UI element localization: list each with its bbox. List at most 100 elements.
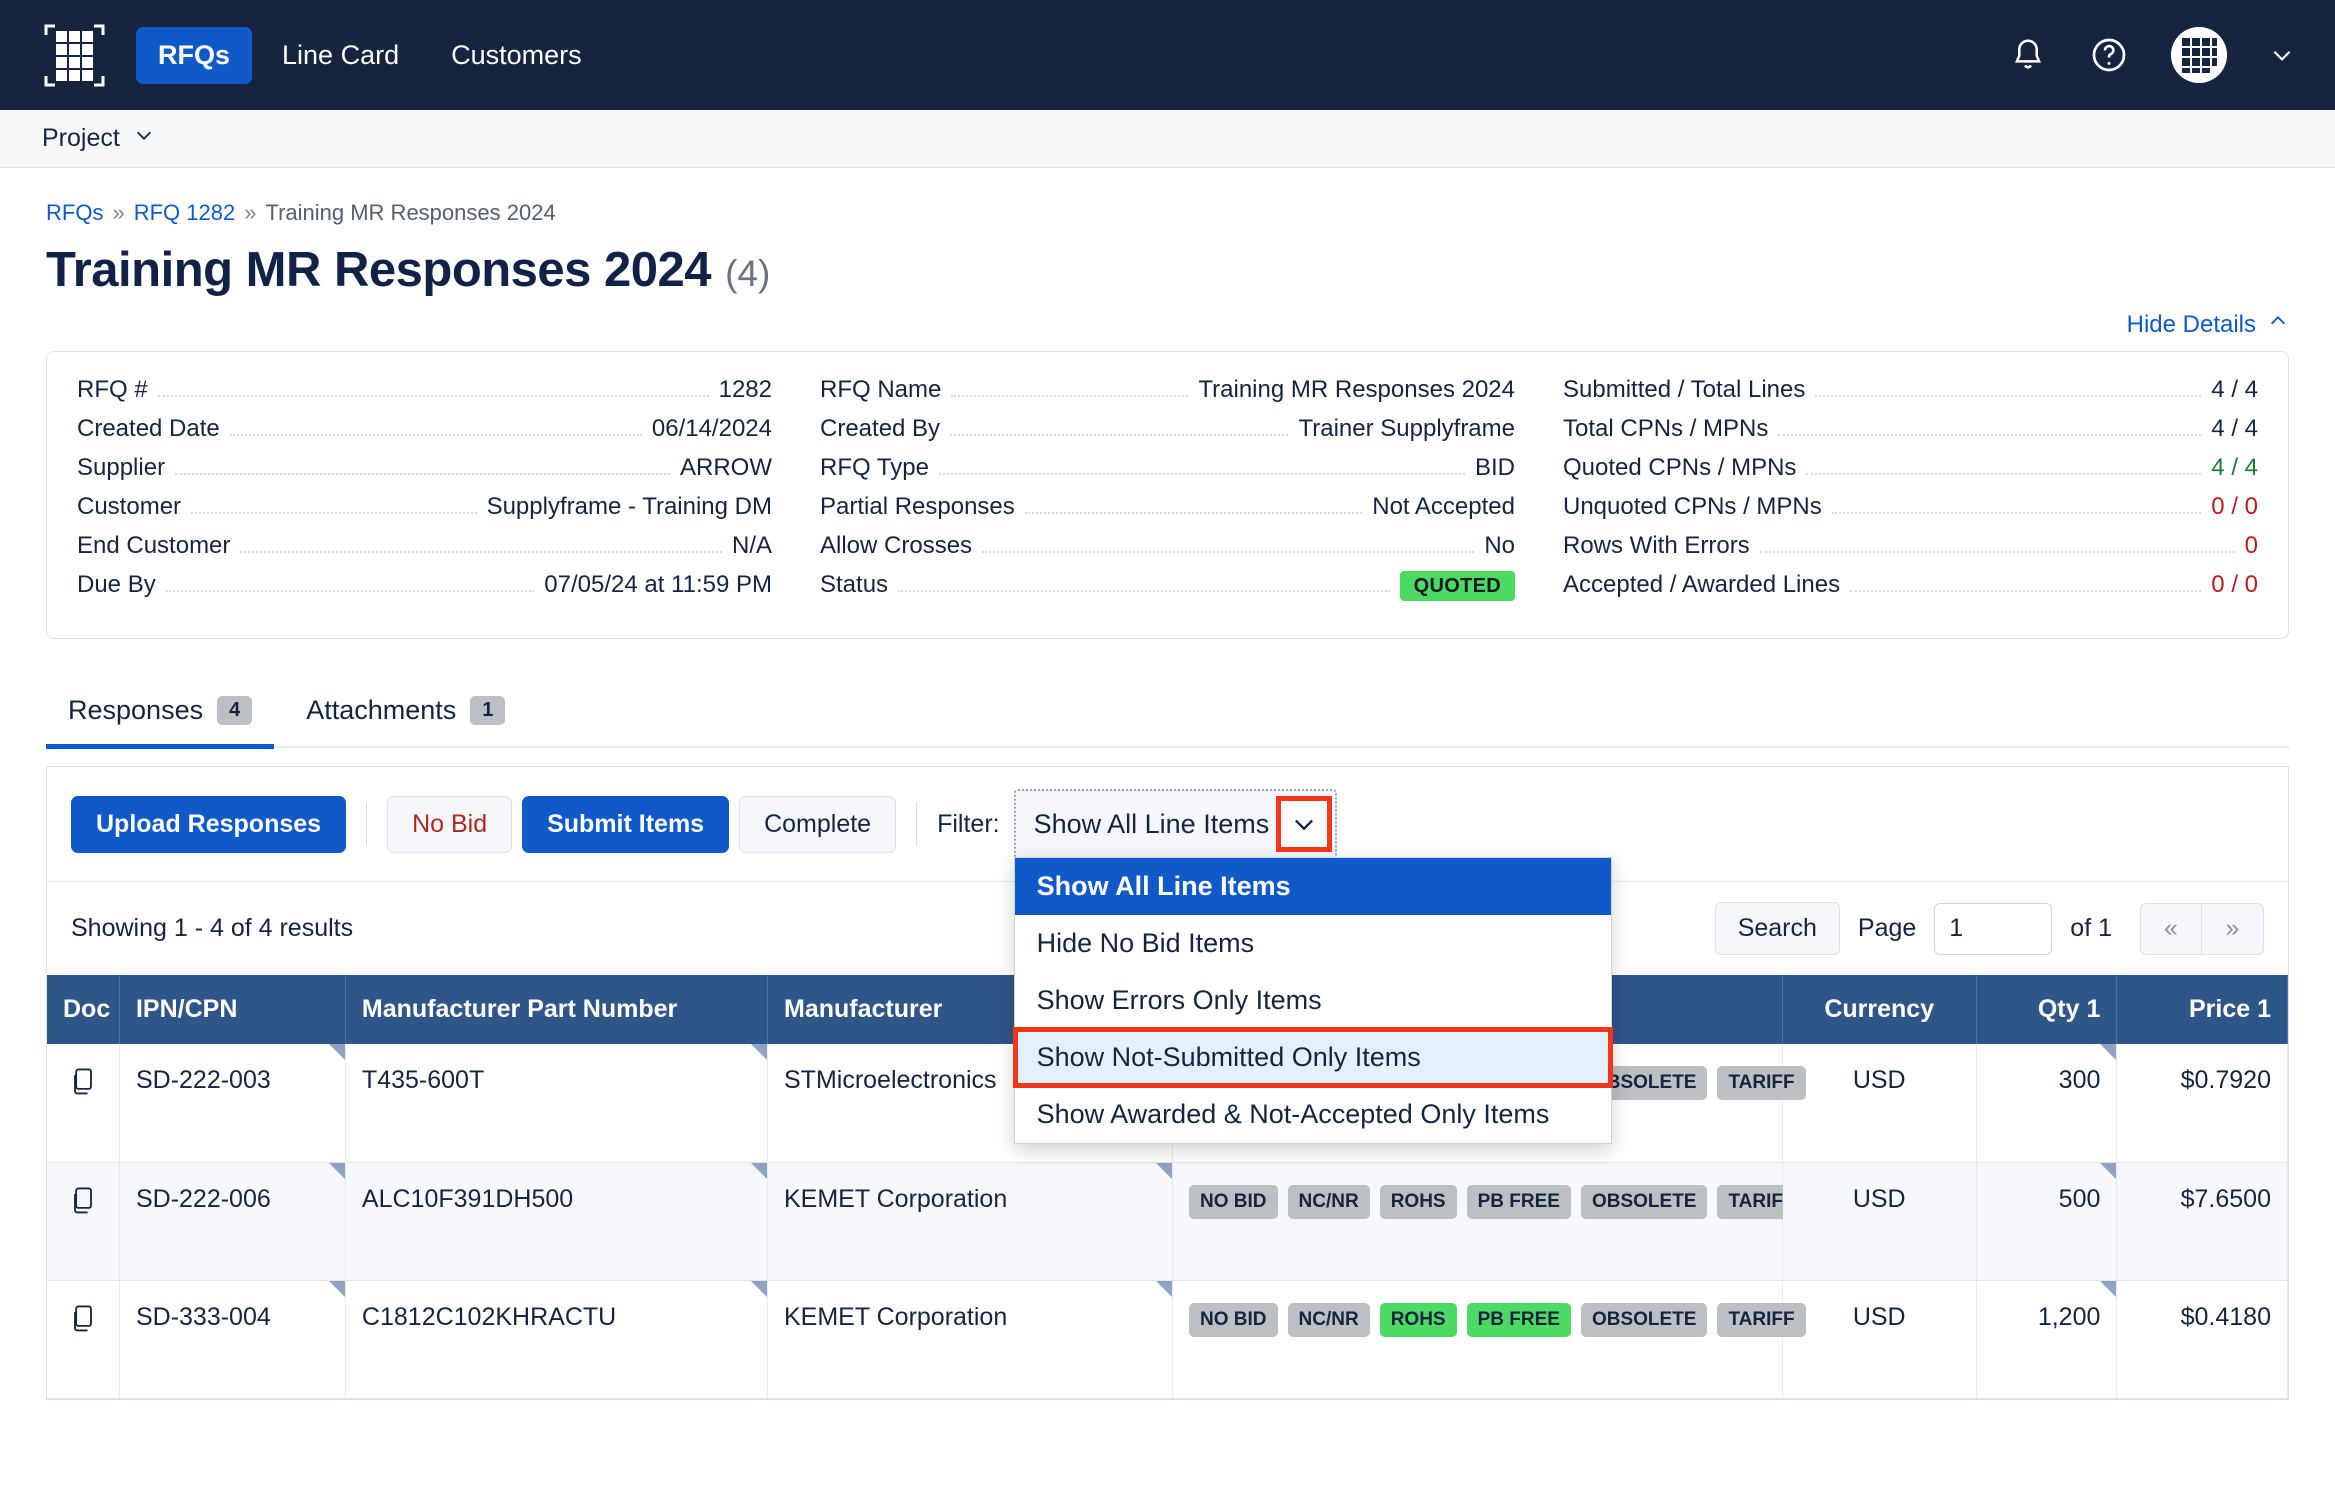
table-row[interactable]: SD-333-004 C1812C102KHRACTU KEMET Corpor… [47, 1280, 2288, 1399]
nav-right-actions [2009, 0, 2295, 110]
submit-items-button[interactable]: Submit Items [522, 795, 730, 853]
cell-qty1[interactable]: 300 [1976, 1044, 2118, 1163]
cell-ipn-cpn[interactable]: SD-333-004 [119, 1280, 346, 1399]
complete-button[interactable]: Complete [739, 795, 897, 853]
flag-badge-obsolete[interactable]: OBSOLETE [1580, 1302, 1708, 1337]
hide-details-toggle[interactable]: Hide Details [2127, 310, 2289, 339]
cell-flags: NO BID NC/NR ROHS PB FREE OBSOLETE TARIF… [1172, 1162, 1806, 1281]
next-page-button[interactable]: » [2202, 902, 2264, 955]
cell-manufacturer[interactable]: KEMET Corporation [767, 1280, 1174, 1399]
tab-badge: 1 [470, 696, 506, 725]
flag-badge-pb-free[interactable]: PB FREE [1466, 1184, 1571, 1219]
flag-badge-nc-nr[interactable]: NC/NR [1287, 1184, 1370, 1219]
cell-currency[interactable]: USD [1782, 1044, 1977, 1163]
cell-flags: NO BID NC/NR ROHS PB FREE OBSOLETE TARIF… [1172, 1280, 1806, 1399]
tab-label: Attachments [306, 695, 457, 725]
toolbar-divider [366, 802, 368, 846]
flag-badge-pb-free[interactable]: PB FREE [1466, 1302, 1571, 1337]
column-header-mpn[interactable]: Manufacturer Part Number [345, 975, 769, 1044]
filter-option-show-not-submitted-only[interactable]: Show Not-Submitted Only Items [1012, 1027, 1613, 1088]
filter-label: Filter: [937, 809, 1000, 838]
page-total-label: of 1 [2070, 914, 2112, 942]
copy-document-icon[interactable] [69, 1185, 97, 1224]
breadcrumb-item-rfq-1282[interactable]: RFQ 1282 [134, 200, 236, 226]
cell-price1[interactable]: $0.7920 [2116, 1044, 2288, 1163]
flag-badge-rohs[interactable]: ROHS [1379, 1302, 1457, 1337]
column-header-qty1[interactable]: Qty 1 [1976, 975, 2118, 1044]
breadcrumb-item-current: Training MR Responses 2024 [265, 200, 556, 225]
cell-manufacturer[interactable]: KEMET Corporation [767, 1162, 1174, 1281]
filter-option-hide-no-bid[interactable]: Hide No Bid Items [1015, 915, 1611, 972]
filter-option-show-all[interactable]: Show All Line Items [1014, 858, 1611, 915]
grid-logo-icon[interactable] [42, 21, 114, 89]
upload-responses-button[interactable]: Upload Responses [71, 795, 347, 853]
tab-attachments[interactable]: Attachments 1 [284, 685, 527, 749]
detail-dots [1759, 551, 2235, 553]
table-row[interactable]: SD-222-006 ALC10F391DH500 KEMET Corporat… [47, 1162, 2288, 1281]
column-header-price1[interactable]: Price 1 [2116, 975, 2288, 1044]
bell-icon[interactable] [2009, 35, 2047, 75]
copy-document-icon[interactable] [69, 1303, 97, 1342]
filter-option-show-awarded-not-accepted[interactable]: Show Awarded & Not-Accepted Only Items [1015, 1086, 1611, 1143]
cell-price1[interactable]: $7.6500 [2116, 1162, 2288, 1281]
detail-dots [951, 395, 1189, 397]
cell-ipn-cpn[interactable]: SD-222-003 [119, 1044, 346, 1163]
no-bid-button[interactable]: No Bid [387, 795, 513, 853]
project-selector[interactable]: Project [42, 124, 155, 153]
cell-mpn[interactable]: C1812C102KHRACTU [345, 1280, 769, 1399]
cell-doc[interactable] [47, 1044, 120, 1163]
column-header-ipn-cpn[interactable]: IPN/CPN [119, 975, 346, 1044]
flag-badge-nc-nr[interactable]: NC/NR [1287, 1302, 1370, 1337]
cell-doc[interactable] [47, 1162, 120, 1281]
flag-badge-obsolete[interactable]: OBSOLETE [1580, 1184, 1708, 1219]
cell-qty1[interactable]: 1,200 [1976, 1280, 2118, 1399]
page-body: RFQs » RFQ 1282 » Training MR Responses … [0, 168, 2335, 1400]
page-input[interactable] [1934, 902, 2053, 955]
detail-key: Customer [77, 493, 182, 520]
detail-key: Allow Crosses [820, 532, 973, 559]
cell-doc[interactable] [47, 1280, 120, 1399]
flag-badge-rohs[interactable]: ROHS [1379, 1184, 1457, 1219]
column-header-doc[interactable]: Doc [47, 975, 120, 1044]
prev-page-button[interactable]: « [2140, 902, 2202, 955]
detail-value: N/A [731, 532, 772, 559]
cell-currency[interactable]: USD [1782, 1162, 1977, 1281]
cell-mpn[interactable]: ALC10F391DH500 [345, 1162, 769, 1281]
flag-badge-no-bid[interactable]: NO BID [1189, 1184, 1278, 1219]
detail-dots [165, 590, 535, 592]
nav-link-customers[interactable]: Customers [429, 27, 604, 84]
breadcrumb: RFQs » RFQ 1282 » Training MR Responses … [46, 168, 2289, 226]
breadcrumb-item-rfqs[interactable]: RFQs [46, 200, 103, 226]
page-title-row: Training MR Responses 2024 (4) [46, 242, 2289, 298]
cell-ipn-cpn[interactable]: SD-222-006 [119, 1162, 346, 1281]
cell-currency[interactable]: USD [1782, 1280, 1977, 1399]
tab-responses[interactable]: Responses 4 [46, 685, 275, 749]
detail-row: Due By 07/05/24 at 11:59 PM [77, 571, 772, 610]
cell-qty1[interactable]: 500 [1976, 1162, 2118, 1281]
copy-document-icon[interactable] [69, 1066, 97, 1105]
filter-dropdown-menu: Show All Line Items Hide No Bid Items Sh… [1012, 857, 1613, 1144]
filter-option-show-errors-only[interactable]: Show Errors Only Items [1015, 972, 1611, 1029]
column-header-currency[interactable]: Currency [1782, 975, 1977, 1044]
detail-dots [1024, 512, 1363, 514]
detail-row: Partial Responses Not Accepted [820, 493, 1515, 532]
detail-dots [1815, 395, 2202, 397]
detail-row: Quoted CPNs / MPNs 4 / 4 [1563, 454, 2258, 493]
chevron-down-icon [133, 124, 155, 153]
flag-badges: NO BID NC/NR ROHS PB FREE OBSOLETE TARIF… [1189, 1302, 1806, 1337]
nav-link-line-card[interactable]: Line Card [260, 27, 421, 84]
detail-row: Supplier ARROW [77, 454, 772, 493]
filter-select[interactable]: Show All Line Items [1013, 789, 1338, 859]
cell-price1[interactable]: $0.4180 [2116, 1280, 2288, 1399]
question-circle-icon[interactable] [2089, 35, 2129, 75]
detail-value: 0 / 0 [2211, 493, 2258, 520]
cell-mpn[interactable]: T435-600T [345, 1044, 769, 1163]
flag-badge-no-bid[interactable]: NO BID [1189, 1302, 1278, 1337]
avatar[interactable] [2171, 27, 2227, 83]
chevron-down-icon[interactable] [1276, 796, 1333, 852]
nav-link-rfqs[interactable]: RFQs [136, 26, 253, 84]
detail-value: QUOTED [1399, 571, 1515, 601]
chevron-down-icon[interactable] [2269, 42, 2295, 68]
detail-dots [1806, 473, 2202, 475]
search-button[interactable]: Search [1714, 902, 1840, 955]
